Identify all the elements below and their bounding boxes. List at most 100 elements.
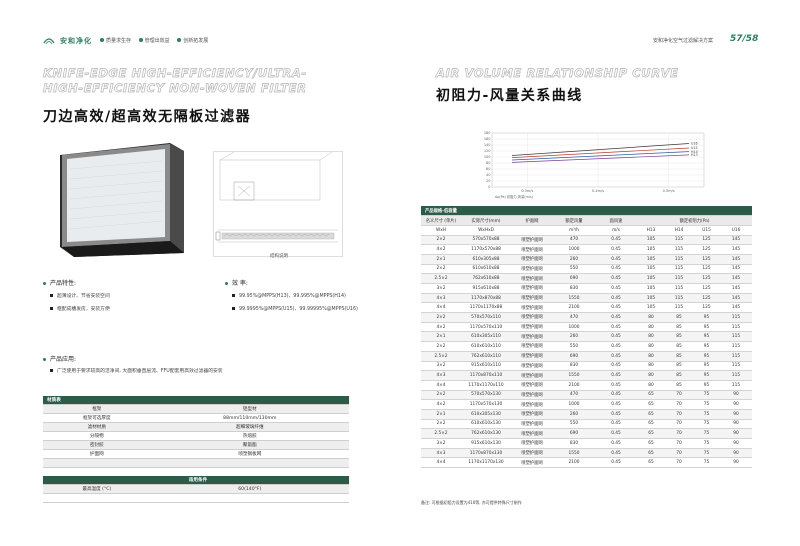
table-cell: 0.45 [595,370,637,381]
features-title: 产品特性: [43,278,76,287]
table-cell: 喷塑护面网 [511,448,553,459]
table-cell: 95 [693,331,720,343]
y-tick-label: 160 [484,137,491,141]
table-cell: 65 [637,438,665,449]
table-cell: 1000 [553,322,595,333]
table-cell: 1170x1170x130 [461,457,511,469]
table-row: 框架可选厚度 88mm/110mm/130mm [43,413,349,424]
table-cell: 115 [665,254,693,265]
table-cell: 80 [637,331,665,343]
table-row: 护面网 喷塑钢板网 [43,449,349,459]
table-cell: 65 [637,457,665,469]
table-cell: 喷塑护面网 [511,302,553,314]
y-tick-label: 0 [488,185,490,189]
table-cell: 1170x870x110 [461,370,511,381]
y-tick-label: 20 [486,179,490,183]
table-cell: 830 [553,283,595,294]
table-row: 4×3 1170x870x110 喷塑护面网 1550 0.45 80 85 95 115 [421,370,753,381]
table-cell: 610x610x130 [461,419,511,430]
efficiency-item: 99.9995%@MPPS(U15)、99.99995%@MPPS(U16) [232,305,358,312]
table-cell: 4×3 [421,293,461,304]
table-cell: 95 [693,351,720,362]
table-cell: 105 [637,264,665,275]
table-cell: 0.45 [595,293,637,304]
column-header: m/s [595,225,637,236]
table-cell: 1550 [553,293,595,304]
table-cell: 0.45 [595,351,637,362]
table-cell: 0.45 [595,331,637,343]
table-cell: 915x610x110 [461,361,511,372]
table-cell: 2.5×2 [421,273,461,284]
table-cell: 85 [665,380,693,391]
column-header: H13 [637,225,665,236]
table-cell: 2×2 [421,264,461,275]
header-tags: 质量求生存 管理出效益 创新拓发展 [100,37,214,44]
efficiency-item: 99.95%@MPPS(H13)、99.995%@MPPS(H14) [232,292,346,299]
table-cell: 0.45 [595,419,637,430]
table-cell: 0.45 [595,312,637,323]
column-header: WxH [421,225,461,236]
table-cell: 105 [637,235,665,246]
table-cell: 470 [553,312,595,323]
table-cell: 0.45 [595,273,637,284]
table-cell: 0.45 [595,380,637,391]
table-cell: 2100 [553,457,595,469]
table-row: 2.5×2 762x610x110 喷塑护面网 690 0.45 80 85 95 115 [421,351,753,362]
table-cell: 1170x870x88 [461,293,511,304]
table-cell: 145 [720,293,753,304]
table-cell: 喷塑护面网 [511,438,553,449]
table-row: 适用条件 [43,476,349,486]
table-cell: 喷塑护面网 [511,244,553,255]
table-row: 2.5×2 762x610x88 喷塑护面网 690 0.45 105 115 125 145 [421,273,753,284]
chinese-title-left: 刀边高效/超高效无隔板过滤器 [43,109,252,125]
table-cell: 65 [637,419,665,430]
table-cell: 75 [693,409,720,420]
table-cell: 0.45 [595,244,637,255]
table-row: 4×2 1170x570x130 喷塑护面网 1000 0.45 65 70 75 90 [421,399,753,410]
table-cell: 125 [693,302,720,314]
table-cell: 95 [693,361,720,372]
table-cell: 470 [553,390,595,401]
x-tick-label: 0.5m/s [663,189,675,193]
table-row: 滤材材质 超细玻璃纤维 [43,422,349,433]
english-title-left: KNIFE-EDGE HIGH-EFFICIENCY/ULTRA-HIGH-EF… [43,66,307,96]
table-row: 2×2 610x610x130 喷塑护面网 550 0.45 65 70 75 90 [421,419,753,430]
table-cell: 570x570x130 [461,390,511,401]
table-cell: 1170x870x130 [461,448,511,459]
y-tick-label: 40 [486,173,490,177]
table-cell: 125 [693,254,720,265]
column-header: 额定初阻力(Pa) [637,215,753,226]
table-cell: 105 [637,273,665,284]
table-cell: 125 [693,293,720,304]
table-cell: 喷塑护面网 [511,273,553,284]
table-cell: 1170x1170x88 [461,302,511,314]
table-cell: 115 [720,361,753,372]
table-cell: 125 [693,283,720,294]
table-cell: 喷塑护面网 [511,390,553,401]
y-tick-label: 180 [484,131,491,135]
table-cell: 260 [553,331,595,343]
table-cell: 75 [693,457,720,469]
table-cell: 2×2 [421,390,461,401]
table-cell: 1000 [553,244,595,255]
table-cell: 喷塑护面网 [511,264,553,275]
table-cell: 80 [637,351,665,362]
table-cell: 65 [637,399,665,410]
table-cell: 2×2 [421,235,461,246]
table-cell: 260 [553,409,595,420]
table-row: 2×2 570x570x130 喷塑护面网 470 0.45 65 70 75 90 [421,390,753,401]
table-cell: 0.45 [595,438,637,449]
table-row: 最高温度 (°C) 60(140°F) [43,484,349,495]
y-tick-label: 140 [484,143,491,147]
brand-name: 安和净化 [60,37,92,45]
table-cell: 125 [693,235,720,246]
table-cell: 125 [693,273,720,284]
table-row: 分隔物 热熔胶 [43,431,349,441]
table-cell: 75 [693,390,720,401]
table-cell: 85 [665,322,693,333]
table-cell: 喷塑护面网 [511,351,553,362]
table-cell: 610x610x110 [461,341,511,352]
column-header: 额定风量 [553,215,595,226]
table-cell: 0.45 [595,390,637,401]
table-row: 3×2 915x610x110 喷塑护面网 830 0.45 80 85 95 115 [421,361,753,372]
